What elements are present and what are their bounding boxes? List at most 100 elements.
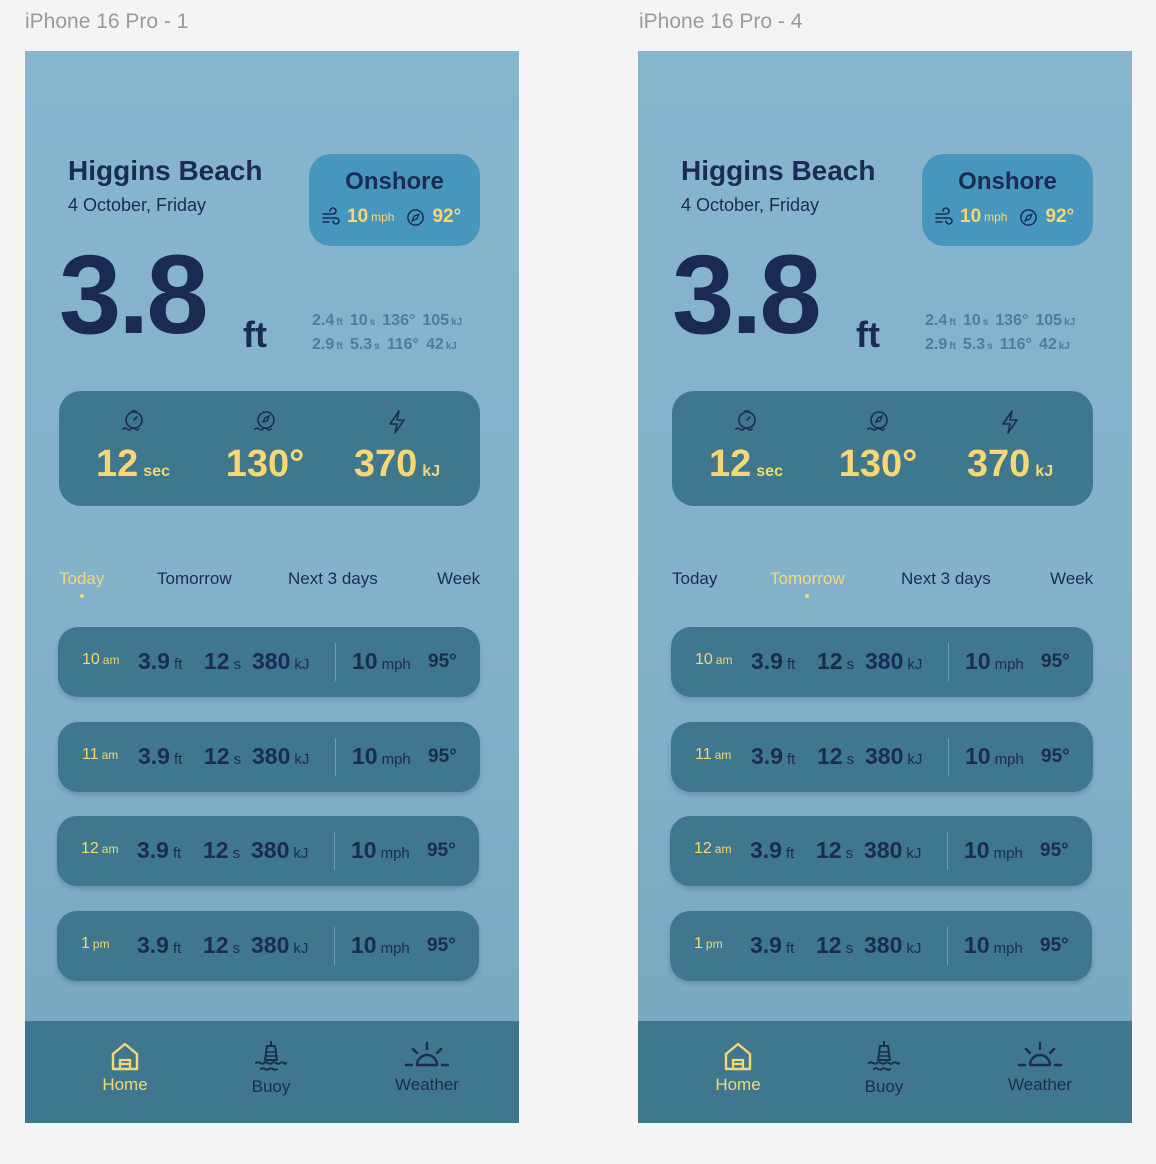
forecast-height: 3.9 ft [751,648,795,675]
tab-next-3-days[interactable]: Next 3 days [901,569,991,589]
tab-tomorrow[interactable]: Tomorrow [157,569,232,589]
forecast-period-value: 12 [817,648,843,674]
wave-height-unit: ft [856,314,880,355]
forecast-period-value: 12 [204,743,230,769]
swell-row-2: 2.9 ft 5.3 s 116° 42 kJ [925,336,1077,354]
tab-today[interactable]: Today [672,569,717,589]
forecast-hour: 1 [694,935,703,952]
tab-label: Today [59,569,105,588]
tab-next-3-days[interactable]: Next 3 days [288,569,378,589]
forecast-hour: 1 [81,935,90,952]
forecast-direction: 95° [427,840,456,861]
swell-direction: 136° [382,312,416,329]
forecast-wind-unit: mph [993,940,1023,957]
forecast-wind-unit: mph [993,845,1023,862]
forecast-hour: 10 [82,651,100,668]
nav-weather[interactable]: Weather [377,1039,477,1119]
swell-row-1: 2.4 ft 10 s 136° 105 kJ [312,312,469,330]
forecast-row[interactable]: 10 am 3.9 ft 12 s 380 kJ 10 mph 95° [58,627,480,697]
forecast-height-unit: ft [172,845,182,862]
forecast-period-unit: s [232,940,241,957]
forecast-row[interactable]: 12 am 3.9 ft 12 s 380 kJ 10 mph 95° [57,816,479,886]
forecast-height-unit: ft [786,751,796,768]
forecast-direction: 95° [1040,935,1069,956]
energy-unit: kJ [422,463,441,480]
tab-label: Week [1050,569,1094,588]
forecast-time: 10 am [695,651,732,669]
forecast-energy-unit: kJ [907,656,923,673]
swell-height-unit: ft [336,317,343,328]
nav-buoy[interactable]: Buoy [221,1039,321,1119]
forecast-period-value: 12 [203,837,229,863]
swell-height: 2.4 [312,312,335,329]
phone-screen: Higgins Beach 4 October, Friday Onshore … [25,51,519,1123]
wind-direction: 92° [1045,206,1075,227]
swell-period-unit: s [374,341,380,352]
forecast-row[interactable]: 11 am 3.9 ft 12 s 380 kJ 10 mph 95° [671,722,1093,792]
energy-unit: kJ [1035,463,1054,480]
direction-value: 130° [838,443,918,485]
forecast-period-unit: s [233,656,242,673]
swell-energy: 105 [1035,312,1063,329]
forecast-time: 11 am [82,746,118,764]
period-value: 12 [709,443,752,485]
forecast-energy-unit: kJ [294,751,310,768]
forecast-period-unit: s [232,845,241,862]
forecast-energy-value: 380 [252,743,291,769]
tab-week[interactable]: Week [437,569,480,589]
swell-energy-unit: kJ [451,317,463,328]
nav-buoy[interactable]: Buoy [834,1039,934,1119]
buoy-icon [868,1041,900,1071]
stat-period: 12 sec [73,391,193,506]
nav-label: Home [102,1075,148,1094]
timer-wave-icon [122,410,143,431]
forecast-period: 12 s [816,837,853,864]
forecast-row[interactable]: 1 pm 3.9 ft 12 s 380 kJ 10 mph 95° [670,911,1092,981]
forecast-period: 12 s [203,837,240,864]
forecast-energy-value: 380 [251,837,290,863]
forecast-height-value: 3.9 [137,837,169,863]
forecast-period-value: 12 [203,932,229,958]
period-unit: sec [143,463,170,480]
forecast-hour: 10 [695,651,713,668]
wave-compass-icon [867,411,888,431]
forecast-wind-value: 10 [965,648,991,674]
onshore-title: Onshore [345,168,444,195]
frame-label: iPhone 16 Pro - 1 [25,10,189,33]
onshore-badge[interactable]: Onshore 10 mph 92° [309,154,480,246]
forecast-ampm: pm [92,937,110,951]
swell-period: 10 [349,312,368,329]
forecast-wind-value: 10 [352,743,378,769]
forecast-time: 12 am [81,840,118,858]
forecast-row[interactable]: 10 am 3.9 ft 12 s 380 kJ 10 mph 95° [671,627,1093,697]
nav-home[interactable]: Home [688,1039,788,1119]
forecast-period: 12 s [817,743,854,770]
forecast-ampm: am [101,748,119,762]
forecast-wind-unit: mph [380,845,410,862]
onshore-badge[interactable]: Onshore 10 mph 92° [922,154,1093,246]
forecast-row[interactable]: 12 am 3.9 ft 12 s 380 kJ 10 mph 95° [670,816,1092,886]
nav-home[interactable]: Home [75,1039,175,1119]
forecast-energy-value: 380 [865,648,904,674]
forecast-hour: 11 [695,746,712,763]
stat-period: 12 sec [686,391,806,506]
tab-tomorrow[interactable]: Tomorrow [770,569,845,598]
forecast-wind-unit: mph [381,656,411,673]
forecast-row[interactable]: 1 pm 3.9 ft 12 s 380 kJ 10 mph 95° [57,911,479,981]
forecast-period: 12 s [817,648,854,675]
forecast-ampm: am [714,842,732,856]
nav-label: Home [715,1075,761,1094]
forecast-energy-unit: kJ [906,940,922,957]
swell-energy-unit: kJ [1058,341,1070,352]
stats-card: 12 sec 130° 370 kJ [59,391,480,506]
stat-direction: 130° [818,391,938,506]
swell-direction: 116° [999,336,1032,353]
nav-weather[interactable]: Weather [990,1039,1090,1119]
tab-week[interactable]: Week [1050,569,1093,589]
tab-today[interactable]: Today [59,569,105,598]
forecast-height: 3.9 ft [138,648,182,675]
forecast-time: 10 am [82,651,119,669]
forecast-row[interactable]: 11 am 3.9 ft 12 s 380 kJ 10 mph 95° [58,722,480,792]
forecast-height: 3.9 ft [138,743,182,770]
forecast-direction: 95° [1040,840,1069,861]
